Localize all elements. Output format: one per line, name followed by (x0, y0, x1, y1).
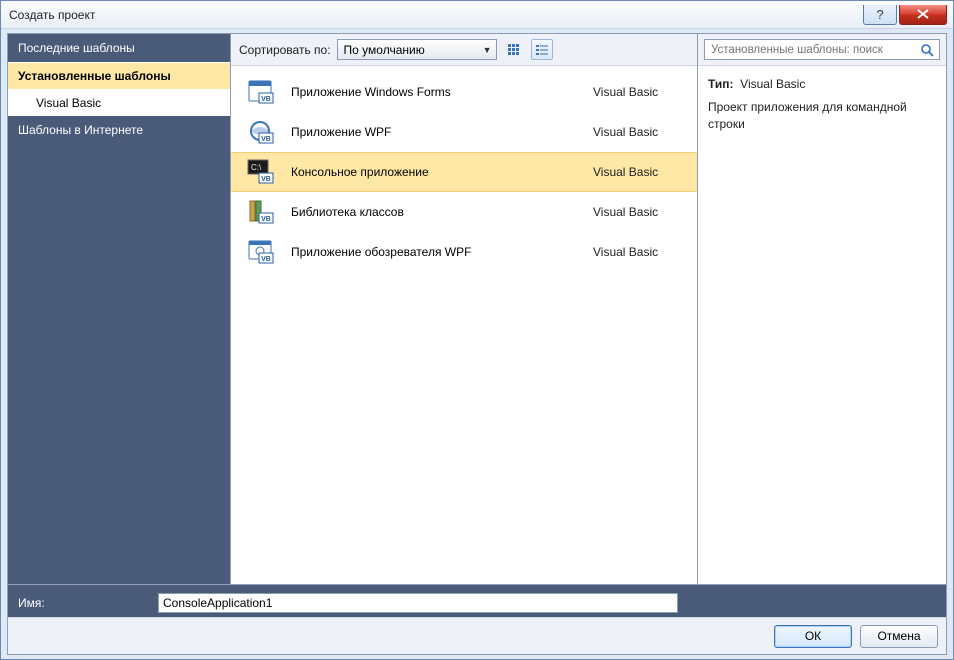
template-row[interactable]: VB Приложение обозревателя WPFVisual Basi… (231, 232, 697, 272)
view-small-icons-button[interactable] (503, 39, 525, 60)
template-row[interactable]: VB Приложение Windows FormsVisual Basic (231, 72, 697, 112)
type-label: Тип: (708, 77, 734, 91)
template-name: Библиотека классов (291, 205, 593, 219)
sort-label: Сортировать по: (239, 43, 331, 57)
template-lang: Visual Basic (593, 245, 683, 259)
sidebar-item-online[interactable]: Шаблоны в Интернете (8, 116, 230, 144)
template-icon: VB (245, 78, 277, 106)
sort-dropdown[interactable]: По умолчанию ▼ (337, 39, 497, 60)
titlebar[interactable]: Создать проект ? (1, 1, 953, 29)
window-controls: ? (863, 5, 953, 25)
sidebar-subitem-vb[interactable]: Visual Basic (8, 90, 230, 116)
search-input[interactable] (711, 44, 919, 56)
template-name: Приложение Windows Forms (291, 85, 593, 99)
sidebar-item-installed[interactable]: Установленные шаблоны (8, 62, 230, 90)
svg-text:VB: VB (261, 216, 271, 223)
svg-text:VB: VB (261, 96, 271, 103)
template-icon: VB (245, 118, 277, 146)
template-name: Приложение обозревателя WPF (291, 245, 593, 259)
window-title: Создать проект (9, 8, 95, 22)
template-icon: VB (245, 198, 277, 226)
template-lang: Visual Basic (593, 125, 683, 139)
search-icon[interactable] (919, 42, 935, 58)
template-row[interactable]: VB Библиотека классовVisual Basic (231, 192, 697, 232)
dialog-window: Создать проект ? Последние шаблоны Устан… (0, 0, 954, 660)
svg-text:VB: VB (261, 136, 271, 143)
info-panel: Тип: Visual Basic Проект приложения для … (698, 66, 946, 142)
name-label: Имя: (18, 596, 158, 610)
template-icon: C:\ VB (245, 158, 277, 186)
svg-text:VB: VB (261, 176, 271, 183)
template-name: Консольное приложение (291, 165, 593, 179)
help-button[interactable]: ? (863, 5, 897, 25)
name-input[interactable] (158, 593, 678, 613)
ok-button[interactable]: ОК (774, 625, 852, 648)
template-lang: Visual Basic (593, 165, 683, 179)
sidebar-item-recent[interactable]: Последние шаблоны (8, 34, 230, 62)
view-details-button[interactable] (531, 39, 553, 60)
type-value: Visual Basic (740, 77, 805, 91)
template-lang: Visual Basic (593, 205, 683, 219)
template-lang: Visual Basic (593, 85, 683, 99)
sidebar: Последние шаблоны Установленные шаблоны … (8, 34, 230, 584)
svg-text:VB: VB (261, 256, 271, 263)
cancel-button[interactable]: Отмена (860, 625, 938, 648)
template-name: Приложение WPF (291, 125, 593, 139)
right-pane: Тип: Visual Basic Проект приложения для … (698, 34, 946, 584)
button-bar: ОК Отмена (7, 617, 947, 655)
search-input-wrapper[interactable] (704, 39, 940, 60)
chevron-down-icon: ▼ (483, 45, 492, 55)
template-row[interactable]: VB Приложение WPFVisual Basic (231, 112, 697, 152)
svg-text:C:\: C:\ (251, 163, 262, 172)
template-list[interactable]: VBПриложение Windows FormsVisual BasicVB… (231, 66, 697, 584)
template-icon: VB (245, 238, 277, 266)
center-pane: Сортировать по: По умолчанию ▼ VB Приложе… (230, 34, 698, 584)
template-row[interactable]: C:\ VB Консольное приложениеVisual Basic (231, 152, 697, 192)
template-description: Проект приложения для командной строки (708, 99, 936, 133)
sort-value: По умолчанию (344, 43, 425, 57)
form-row: Имя: (7, 585, 947, 617)
close-button[interactable] (899, 5, 947, 25)
toolbar: Сортировать по: По умолчанию ▼ (231, 34, 697, 66)
